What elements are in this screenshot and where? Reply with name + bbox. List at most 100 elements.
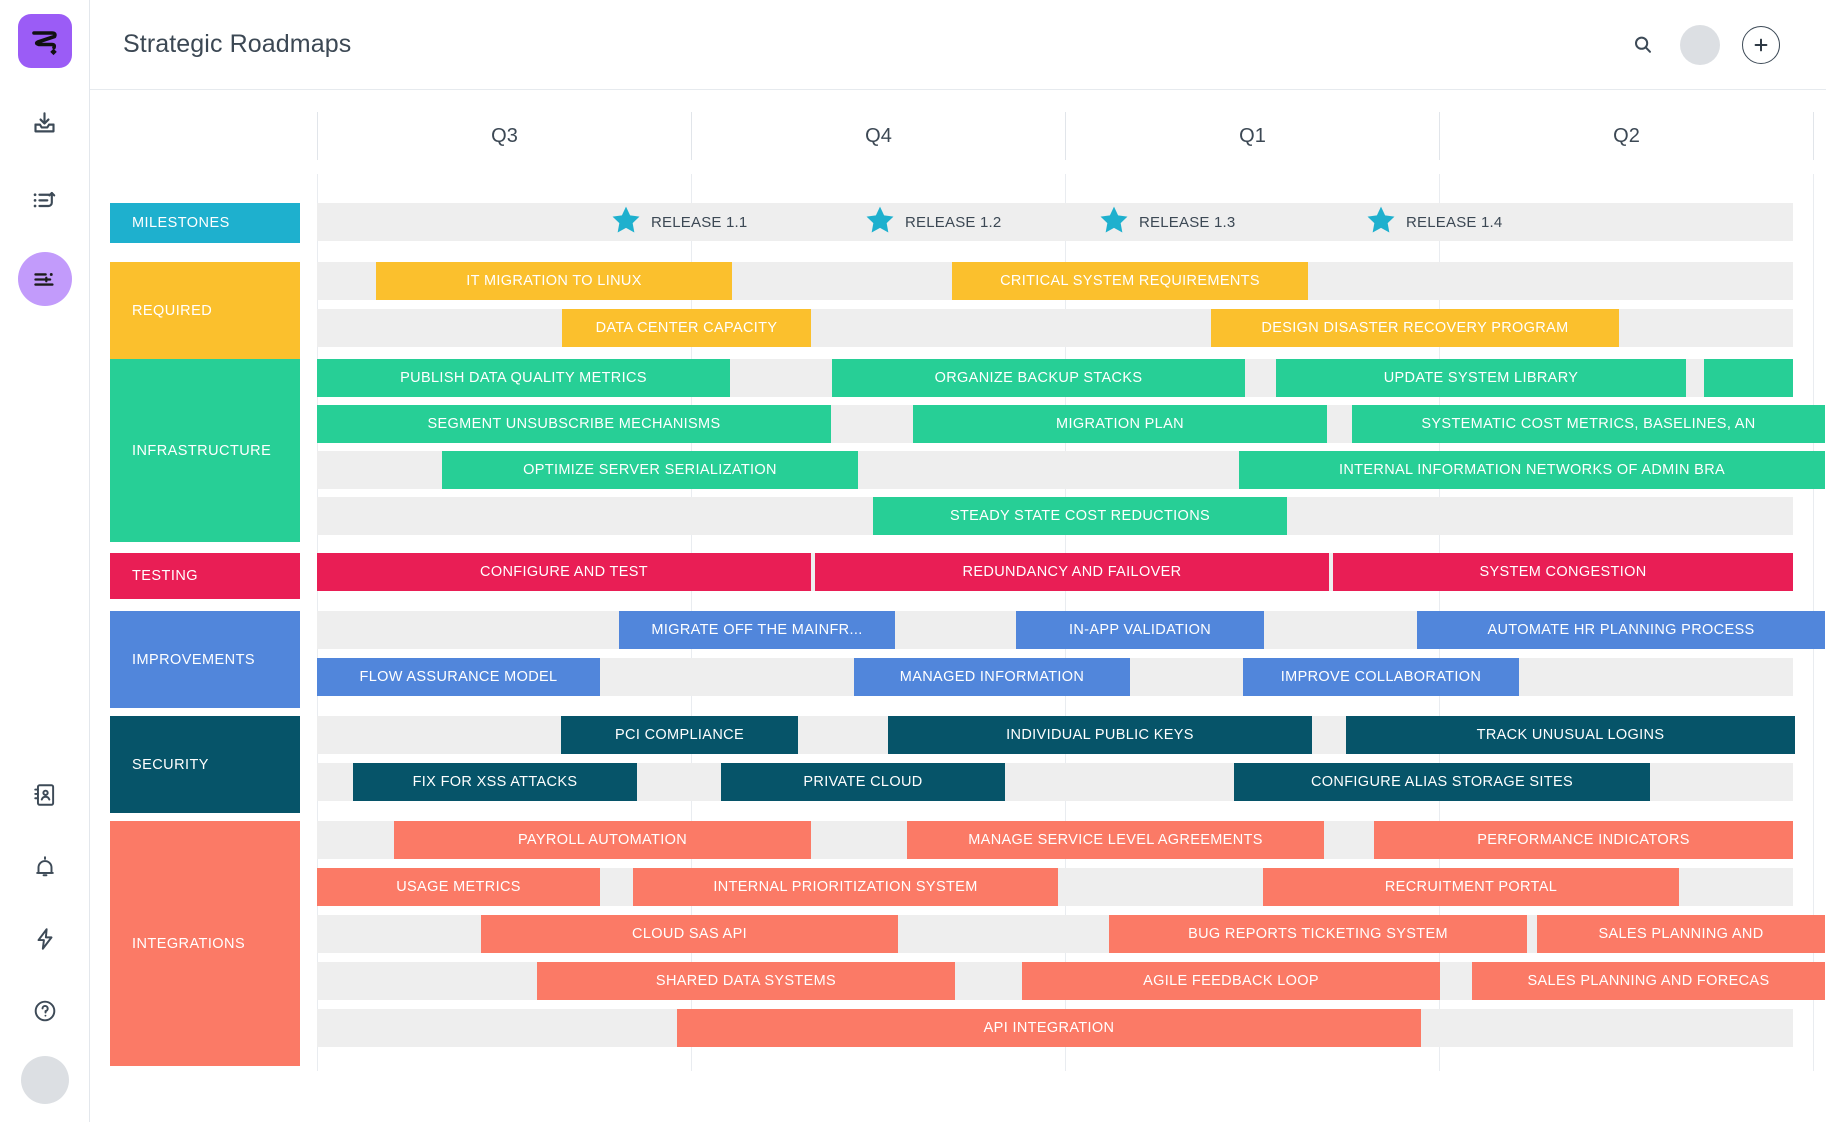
task-bar[interactable]: FIX FOR XSS ATTACKS [353,763,637,801]
bell-icon [35,856,54,877]
lane-label-security[interactable]: SECURITY [110,716,300,813]
task-bar[interactable]: SYSTEMATIC COST METRICS, BASELINES, AN [1352,405,1825,443]
task-bar[interactable]: IN-APP VALIDATION [1016,611,1264,649]
left-nav-rail [0,0,90,1122]
task-bar[interactable]: RECRUITMENT PORTAL [1263,868,1679,906]
top-bar: Strategic Roadmaps [90,0,1826,90]
add-button[interactable] [1742,25,1780,64]
milestone-label: RELEASE 1.2 [905,213,1002,231]
plus-icon [1754,38,1768,51]
task-bar[interactable]: API INTEGRATION [677,1009,1421,1047]
task-bar[interactable]: SYSTEM CONGESTION [1333,553,1793,591]
task-bar[interactable]: FLOW ASSURANCE MODEL [317,658,600,696]
milestone-marker[interactable]: RELEASE 1.4 [1364,203,1502,241]
search-icon [1635,36,1651,53]
quarter-header-q2[interactable]: Q2 [1439,112,1813,160]
sidebar-item-roadmap[interactable] [17,252,72,306]
page-title: Strategic Roadmaps [123,30,352,58]
lane-label-text: REQUIRED [132,302,213,319]
task-bar[interactable]: SEGMENT UNSUBSCRIBE MECHANISMS [317,405,831,443]
task-bar[interactable]: CLOUD SAS API [481,915,898,953]
sidebar-item-notifications[interactable] [18,840,72,894]
row-track [317,203,1793,241]
task-bar[interactable]: UPDATE SYSTEM LIBRARY [1276,359,1686,397]
task-bar[interactable]: STEADY STATE COST REDUCTIONS [873,497,1287,535]
sidebar-item-backlog[interactable] [18,174,72,228]
task-bar[interactable]: INDIVIDUAL PUBLIC KEYS [888,716,1312,754]
task-bar[interactable]: USAGE METRICS [317,868,600,906]
sidebar-item-automations[interactable] [18,912,72,966]
lane-label-text: TESTING [132,568,198,584]
task-bar[interactable]: AGILE FEEDBACK LOOP [1022,962,1440,1000]
task-bar[interactable]: SALES PLANNING AND FORECAS [1472,962,1825,1000]
lane-label-improvements[interactable]: IMPROVEMENTS [110,611,300,708]
quarter-header-q4[interactable]: Q4 [691,112,1065,160]
task-bar[interactable]: PERFORMANCE INDICATORS [1374,821,1793,859]
milestone-label: RELEASE 1.1 [651,213,748,231]
task-bar[interactable]: DESIGN DISASTER RECOVERY PROGRAM [1211,309,1619,347]
milestone-marker[interactable]: RELEASE 1.1 [609,203,747,241]
lightning-bolt-icon [37,928,52,950]
task-bar[interactable]: DATA CENTER CAPACITY [562,309,811,347]
task-bar[interactable]: ORGANIZE BACKUP STACKS [832,359,1245,397]
lane-label-text: MILESTONES [132,215,230,231]
task-bar[interactable]: SHARED DATA SYSTEMS [537,962,955,1000]
quarter-divider-end [1813,112,1814,160]
lane-label-infrastructure[interactable]: INFRASTRUCTURE [110,359,300,542]
rail-user-avatar[interactable] [20,1056,69,1104]
milestone-marker[interactable]: RELEASE 1.3 [1097,203,1235,241]
task-bar[interactable]: IT MIGRATION TO LINUX [376,262,732,300]
contacts-book-icon [33,784,54,806]
milestone-star-icon [609,203,643,242]
lane-label-text: INFRASTRUCTURE [132,442,272,459]
milestone-star-icon [863,203,897,242]
quarter-label: Q4 [865,124,892,147]
task-bar[interactable]: PCI COMPLIANCE [561,716,798,754]
user-avatar[interactable] [1680,24,1720,65]
task-bar[interactable]: CONFIGURE AND TEST [317,553,811,591]
task-bar[interactable]: INTERNAL PRIORITIZATION SYSTEM [633,868,1058,906]
task-bar[interactable]: MIGRATION PLAN [913,405,1327,443]
search-button[interactable] [1628,30,1658,60]
lane-label-milestones[interactable]: MILESTONES [110,203,300,243]
lane-label-testing[interactable]: TESTING [110,553,300,599]
task-bar[interactable]: MANAGE SERVICE LEVEL AGREEMENTS [907,821,1324,859]
task-bar[interactable]: CONFIGURE ALIAS STORAGE SITES [1234,763,1650,801]
rail-bottom-group [18,768,72,1122]
task-bar[interactable]: REDUNDANCY AND FAILOVER [815,553,1329,591]
milestone-marker[interactable]: RELEASE 1.2 [863,203,1001,241]
task-bar[interactable]: INTERNAL INFORMATION NETWORKS OF ADMIN B… [1239,451,1825,489]
task-bar[interactable]: OPTIMIZE SERVER SERIALIZATION [442,451,858,489]
task-bar[interactable]: MANAGED INFORMATION [854,658,1130,696]
quarter-header-q3[interactable]: Q3 [317,112,691,160]
star-icon [866,206,894,232]
milestone-star-icon [1097,203,1131,242]
task-bar[interactable]: PUBLISH DATA QUALITY METRICS [317,359,730,397]
task-bar[interactable]: PRIVATE CLOUD [721,763,1005,801]
lane-label-text: INTEGRATIONS [132,935,246,952]
task-bar[interactable]: SALES PLANNING AND [1537,915,1825,953]
lane-label-text: IMPROVEMENTS [132,651,256,668]
quarter-label: Q2 [1613,124,1640,147]
task-bar[interactable]: IMPROVE COLLABORATION [1243,658,1519,696]
lane-label-integrations[interactable]: INTEGRATIONS [110,821,300,1066]
quarter-header-q1[interactable]: Q1 [1065,112,1439,160]
lane-label-required[interactable]: REQUIRED [110,262,300,359]
task-bar[interactable]: MIGRATE OFF THE MAINFR... [619,611,895,649]
top-bar-actions [1628,24,1802,65]
task-bar[interactable]: CRITICAL SYSTEM REQUIREMENTS [952,262,1308,300]
sidebar-item-help[interactable] [18,984,72,1038]
task-bar[interactable]: PAYROLL AUTOMATION [394,821,811,859]
lane-label-text: SECURITY [132,756,209,773]
app-logo[interactable] [17,14,72,68]
task-bar[interactable]: TRACK UNUSUAL LOGINS [1346,716,1795,754]
task-bar[interactable]: BUG REPORTS TICKETING SYSTEM [1109,915,1527,953]
roadmap-board[interactable]: Q3 Q4 Q1 Q2 MILESTONES RELEASE 1.1 RELEASE 1.2… [90,90,1826,1122]
task-bar[interactable] [1704,359,1793,397]
star-icon [1100,206,1128,232]
roadmap-lines-icon [34,272,54,286]
sidebar-item-inbox[interactable] [18,96,72,150]
sidebar-item-contacts[interactable] [18,768,72,822]
star-icon [1367,206,1395,232]
task-bar[interactable]: AUTOMATE HR PLANNING PROCESS [1417,611,1825,649]
